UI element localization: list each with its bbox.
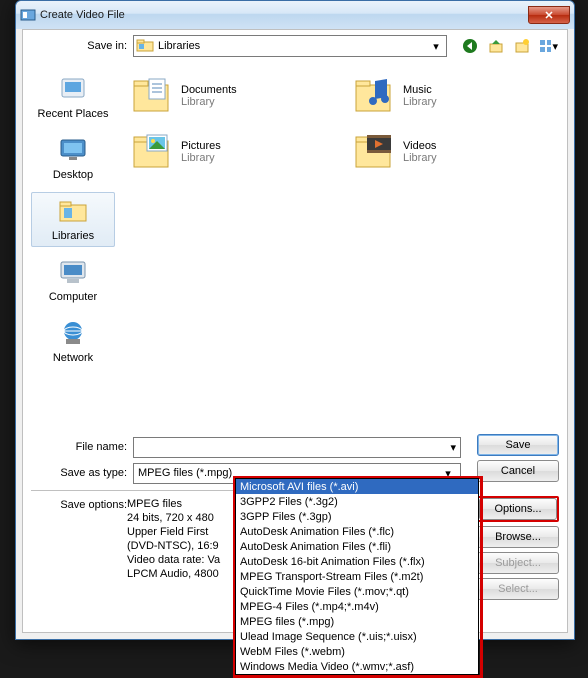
up-one-level-button[interactable] xyxy=(485,35,507,57)
subject-button[interactable]: Subject... xyxy=(477,552,559,574)
library-documents[interactable]: DocumentsLibrary xyxy=(129,70,339,122)
folder-icon xyxy=(136,37,154,56)
filetype-option[interactable]: MPEG Transport-Stream Files (*.m2t) xyxy=(236,569,478,584)
place-label: Desktop xyxy=(53,169,93,181)
button-column: Save Cancel Options... Browse... Subject… xyxy=(477,434,559,600)
recent-icon xyxy=(56,75,90,106)
place-computer[interactable]: Computer xyxy=(31,253,115,308)
filename-input[interactable]: ▾ xyxy=(133,437,461,458)
chevron-down-icon: ▾ xyxy=(450,441,456,454)
filetype-option[interactable]: QuickTime Movie Files (*.mov;*.qt) xyxy=(236,584,478,599)
window-title: Create Video File xyxy=(40,9,125,21)
folder-name: Videos xyxy=(403,140,437,152)
filename-label: File name: xyxy=(31,441,127,453)
save-in-label: Save in: xyxy=(31,40,127,52)
filetype-option[interactable]: Windows Media Video (*.wmv;*.asf) xyxy=(236,659,478,674)
folder-name: Pictures xyxy=(181,140,221,152)
save-button[interactable]: Save xyxy=(477,434,559,456)
filetype-option[interactable]: 3GPP Files (*.3gp) xyxy=(236,509,478,524)
computer-icon xyxy=(56,258,90,289)
titlebar[interactable]: Create Video File ✕ xyxy=(16,1,574,29)
back-button[interactable] xyxy=(459,35,481,57)
libraries-icon xyxy=(56,197,90,228)
dialog-window: Create Video File ✕ Save in: Libraries ▾… xyxy=(15,0,575,640)
folder-subtitle: Library xyxy=(181,96,237,108)
place-recent[interactable]: Recent Places xyxy=(31,70,115,125)
split-area: Recent Places Desktop Libraries Computer Net… xyxy=(23,62,567,398)
chevron-down-icon: ▾ xyxy=(428,37,444,55)
save-in-combo[interactable]: Libraries ▾ xyxy=(133,35,447,57)
place-label: Network xyxy=(53,352,93,364)
folder-subtitle: Library xyxy=(181,152,221,164)
cancel-button[interactable]: Cancel xyxy=(477,460,559,482)
desktop-icon xyxy=(56,136,90,167)
place-label: Recent Places xyxy=(38,108,109,120)
nav-toolbar: ▾ xyxy=(459,35,559,57)
options-highlight: Options... xyxy=(477,496,559,522)
library-music[interactable]: MusicLibrary xyxy=(351,70,561,122)
select-button[interactable]: Select... xyxy=(477,578,559,600)
close-button[interactable]: ✕ xyxy=(528,6,570,24)
network-icon xyxy=(56,319,90,350)
save-as-type-value: MPEG files (*.mpg) xyxy=(138,467,232,479)
place-network[interactable]: Network xyxy=(31,314,115,369)
place-label: Libraries xyxy=(52,230,94,242)
filetype-option[interactable]: Microsoft AVI files (*.avi) xyxy=(236,479,478,494)
folder-view[interactable]: DocumentsLibraryMusicLibraryPicturesLibr… xyxy=(123,62,567,398)
library-pictures[interactable]: PicturesLibrary xyxy=(129,126,339,178)
filetype-option[interactable]: AutoDesk Animation Files (*.fli) xyxy=(236,539,478,554)
folder-subtitle: Library xyxy=(403,152,437,164)
browse-button[interactable]: Browse... xyxy=(477,526,559,548)
video-folder-icon xyxy=(353,131,395,174)
folder-subtitle: Library xyxy=(403,96,437,108)
filetype-option[interactable]: 3GPP2 Files (*.3g2) xyxy=(236,494,478,509)
folder-name: Music xyxy=(403,84,437,96)
filetype-option[interactable]: AutoDesk Animation Files (*.flc) xyxy=(236,524,478,539)
app-icon xyxy=(20,7,36,23)
save-as-type-label: Save as type: xyxy=(31,467,127,479)
views-button[interactable]: ▾ xyxy=(537,35,559,57)
save-as-type-dropdown[interactable]: Microsoft AVI files (*.avi)3GPP2 Files (… xyxy=(235,478,479,675)
save-options-label: Save options: xyxy=(31,497,127,581)
filetype-option[interactable]: AutoDesk 16-bit Animation Files (*.flx) xyxy=(236,554,478,569)
options-button[interactable]: Options... xyxy=(479,498,557,520)
save-in-value: Libraries xyxy=(158,40,200,52)
filetype-option[interactable]: Ulead Image Sequence (*.uis;*.uisx) xyxy=(236,629,478,644)
close-icon: ✕ xyxy=(544,9,553,22)
library-videos[interactable]: VideosLibrary xyxy=(351,126,561,178)
client-area: Save in: Libraries ▾ ▾ Recent Places Desk… xyxy=(22,29,568,633)
folder-name: Documents xyxy=(181,84,237,96)
pic-folder-icon xyxy=(131,131,173,174)
filetype-option[interactable]: MPEG-4 Files (*.mp4;*.m4v) xyxy=(236,599,478,614)
save-in-row: Save in: Libraries ▾ ▾ xyxy=(23,30,567,62)
filetype-option[interactable]: MPEG files (*.mpg) xyxy=(236,614,478,629)
filetype-option[interactable]: WebM Files (*.webm) xyxy=(236,644,478,659)
new-folder-button[interactable] xyxy=(511,35,533,57)
place-libraries[interactable]: Libraries xyxy=(31,192,115,247)
place-desktop[interactable]: Desktop xyxy=(31,131,115,186)
filename-row: File name: ▾ xyxy=(31,434,461,460)
place-label: Computer xyxy=(49,291,97,303)
places-bar: Recent Places Desktop Libraries Computer Net… xyxy=(23,62,123,398)
doc-folder-icon xyxy=(131,75,173,118)
chevron-down-icon: ▾ xyxy=(552,40,558,53)
music-folder-icon xyxy=(353,75,395,118)
